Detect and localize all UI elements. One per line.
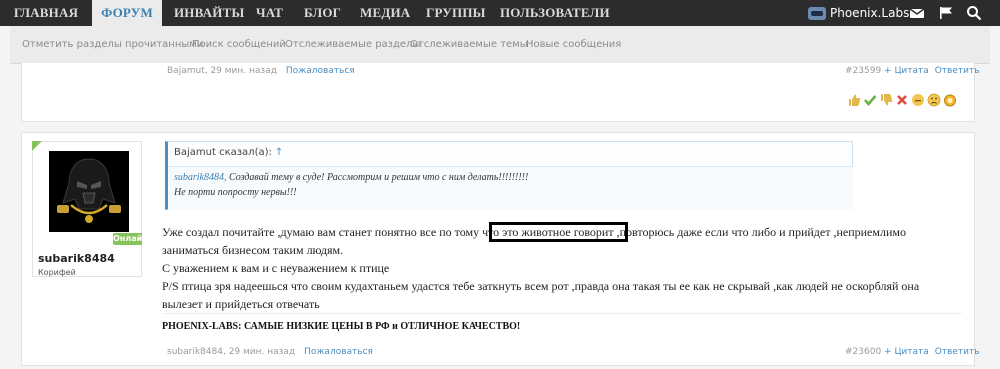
post-author-link[interactable]: subarik8484	[167, 347, 223, 357]
search-icon[interactable]	[966, 5, 982, 21]
nav-users[interactable]: ПОЛЬЗОВАТЕЛИ	[500, 0, 610, 26]
nav-media[interactable]: МЕДИА	[360, 0, 410, 26]
user-info-panel: Онлайн subarik8484 Корифей	[32, 141, 148, 277]
post-body-line-5: вылезет и прийдеться отвечать	[162, 297, 320, 311]
user-signature: PHOENIX-LABS: САМЫЕ НИЗКИЕ ЦЕНЫ В РФ и О…	[162, 321, 521, 332]
nav-blog[interactable]: БЛОГ	[304, 0, 341, 26]
flag-icon[interactable]	[938, 5, 954, 21]
quote-mention[interactable]: subarik8484,	[174, 172, 227, 183]
nav-home[interactable]: ГЛАВНАЯ	[0, 0, 92, 26]
search-posts-link[interactable]: Поиск сообщений	[192, 39, 286, 50]
mail-icon[interactable]	[909, 5, 925, 21]
disagree-icon[interactable]	[895, 93, 909, 107]
user-avatar-subarik8484[interactable]	[49, 151, 129, 232]
neutral-face-icon[interactable]	[911, 93, 925, 107]
post-number[interactable]: #23599	[845, 66, 881, 76]
dislike-icon[interactable]	[879, 93, 893, 107]
quote-header: Bajamut сказал(а): ↑	[174, 147, 283, 158]
post-meta: Bajamut, 29 мин. назад Пожаловаться	[167, 66, 355, 76]
online-corner-marker	[32, 141, 42, 151]
user-menu[interactable]: Phoenix.Labs	[808, 4, 909, 22]
sad-face-icon[interactable]	[927, 93, 941, 107]
post-body-line-2: заниматься бизнесом таким людям.	[162, 243, 344, 257]
quote-line-2: Не порти попросту нервы!!!	[174, 187, 297, 198]
quote-block: Bajamut сказал(а): ↑ subarik8484, Создава…	[165, 141, 853, 210]
report-link[interactable]: Пожаловаться	[304, 347, 373, 357]
go-to-quoted-post-icon[interactable]: ↑	[275, 147, 283, 158]
watched-forums-link[interactable]: Отслеживаемые разделы	[285, 39, 420, 50]
post-time: 29 мин. назад	[210, 66, 277, 76]
post-time: 29 мин. назад	[228, 347, 296, 357]
nav-chat[interactable]: ЧАТ	[256, 0, 283, 26]
post-author-link[interactable]: Bajamut	[167, 66, 205, 76]
post-meta: subarik8484, 29 мин. назад Пожаловаться	[167, 347, 373, 357]
user-title: Корифей	[38, 268, 76, 277]
report-link[interactable]: Пожаловаться	[286, 66, 355, 76]
post-body-line-3: С уважением к вам и с неуважением к птиц…	[162, 261, 390, 275]
new-posts-link[interactable]: Новые сообщения	[526, 39, 621, 50]
awesome-medal-icon[interactable]	[943, 93, 957, 107]
reply-link[interactable]: Ответить	[935, 347, 980, 357]
post-actions: #23600 + Цитата Ответить	[845, 347, 980, 357]
darth-vader-avatar-image	[49, 151, 129, 232]
agree-icon[interactable]	[863, 93, 877, 107]
watched-threads-link[interactable]: Отслеживаемые темы	[410, 39, 528, 50]
quote-body: subarik8484, Создавай тему в суде! Рассм…	[168, 166, 853, 210]
forum-subnav: Отметить разделы прочитанными Поиск сооб…	[10, 26, 990, 64]
quote-author: Bajamut сказал(а):	[174, 147, 272, 158]
post-actions: #23599 + Цитата Ответить	[845, 66, 980, 76]
nav-groups[interactable]: ГРУППЫ	[426, 0, 486, 26]
mark-forums-read-link[interactable]: Отметить разделы прочитанными	[22, 39, 203, 50]
username[interactable]: subarik8484	[38, 252, 115, 265]
quote-text-1: Создавай тему в суде! Рассмотрим и решим…	[226, 172, 529, 183]
online-badge: Онлайн	[113, 233, 148, 245]
highlight-annotation-box	[489, 222, 628, 242]
signature-divider	[162, 313, 962, 314]
quote-line-1: subarik8484, Создавай тему в суде! Рассм…	[174, 172, 528, 183]
post-number[interactable]: #23600	[845, 347, 881, 357]
nav-invites[interactable]: ИНВАЙТЫ	[174, 0, 244, 26]
reply-link[interactable]: Ответить	[935, 66, 980, 76]
top-navigation: ГЛАВНАЯ ФОРУМ ИНВАЙТЫ ЧАТ БЛОГ МЕДИА ГРУ…	[0, 0, 1000, 26]
post-23600: Онлайн subarik8484 Корифей Bajamut сказа…	[21, 132, 980, 366]
reaction-bar	[847, 93, 957, 109]
quote-link[interactable]: + Цитата	[884, 66, 929, 76]
post-body-line-4: P/S птица зря надеешься что своим кудахт…	[162, 279, 920, 293]
user-avatar	[808, 6, 826, 20]
nav-forum[interactable]: ФОРУМ	[92, 0, 162, 26]
post-23599: Bajamut, 29 мин. назад Пожаловаться #235…	[21, 63, 980, 122]
brand-name: Phoenix.Labs	[830, 6, 910, 20]
quote-link[interactable]: + Цитата	[884, 347, 929, 357]
like-icon[interactable]	[847, 93, 861, 107]
